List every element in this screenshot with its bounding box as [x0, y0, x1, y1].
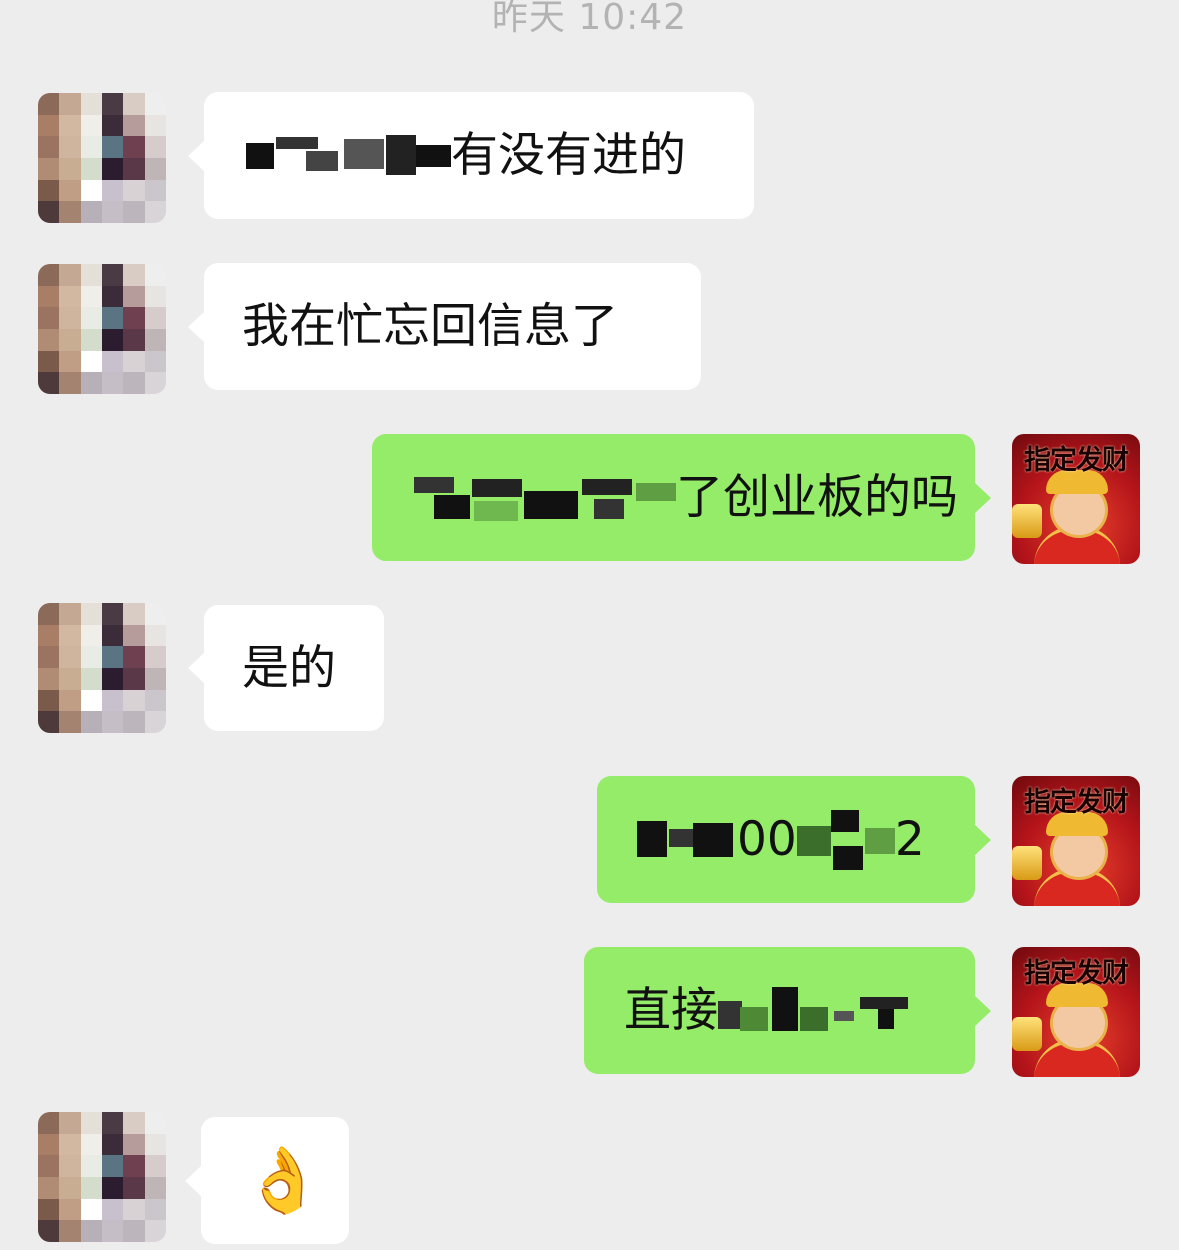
- message-text: 直接: [624, 983, 718, 1038]
- my-avatar[interactable]: 指定发财: [1012, 776, 1140, 906]
- message-bubble-outgoing[interactable]: 了创业板的吗: [372, 434, 991, 561]
- gold-ingot-icon: [1012, 846, 1042, 880]
- sticker-caption: 指定发财: [1024, 787, 1129, 818]
- message-bubble-incoming[interactable]: 有没有进的: [188, 92, 754, 219]
- contact-avatar[interactable]: [38, 93, 166, 223]
- my-avatar[interactable]: 指定发财: [1012, 434, 1140, 564]
- contact-avatar[interactable]: [38, 1112, 166, 1242]
- redacted-mosaic: [637, 815, 737, 865]
- ok-hand-emoji-icon: 👌: [243, 1143, 323, 1218]
- message-text: 00: [737, 812, 797, 867]
- message-text-tail: 2: [894, 812, 925, 867]
- contact-avatar[interactable]: [38, 264, 166, 394]
- redacted-mosaic: [718, 981, 918, 1041]
- message-text: 了创业板的吗: [676, 470, 958, 525]
- gold-ingot-icon: [1012, 1017, 1042, 1051]
- sticker-caption: 指定发财: [1024, 958, 1129, 989]
- my-avatar[interactable]: 指定发财: [1012, 947, 1140, 1077]
- message-bubble-incoming[interactable]: 👌: [185, 1117, 349, 1244]
- message-text: 有没有进的: [451, 128, 686, 183]
- chat-timestamp: 昨天 10:42: [491, 0, 688, 38]
- message-bubble-outgoing[interactable]: 直接: [584, 947, 991, 1074]
- message-bubble-incoming[interactable]: 我在忙忘回信息了: [188, 263, 701, 390]
- redacted-mosaic: [246, 131, 451, 181]
- sticker-caption: 指定发财: [1024, 445, 1129, 476]
- message-bubble-outgoing[interactable]: 00 2: [597, 776, 991, 903]
- gold-ingot-icon: [1012, 504, 1042, 538]
- redacted-mosaic: [414, 473, 676, 523]
- redacted-mosaic: [796, 809, 895, 870]
- message-text: 我在忙忘回信息了: [242, 299, 618, 354]
- message-bubble-incoming[interactable]: 是的: [188, 605, 384, 731]
- message-text: 是的: [242, 640, 336, 696]
- contact-avatar[interactable]: [38, 603, 166, 733]
